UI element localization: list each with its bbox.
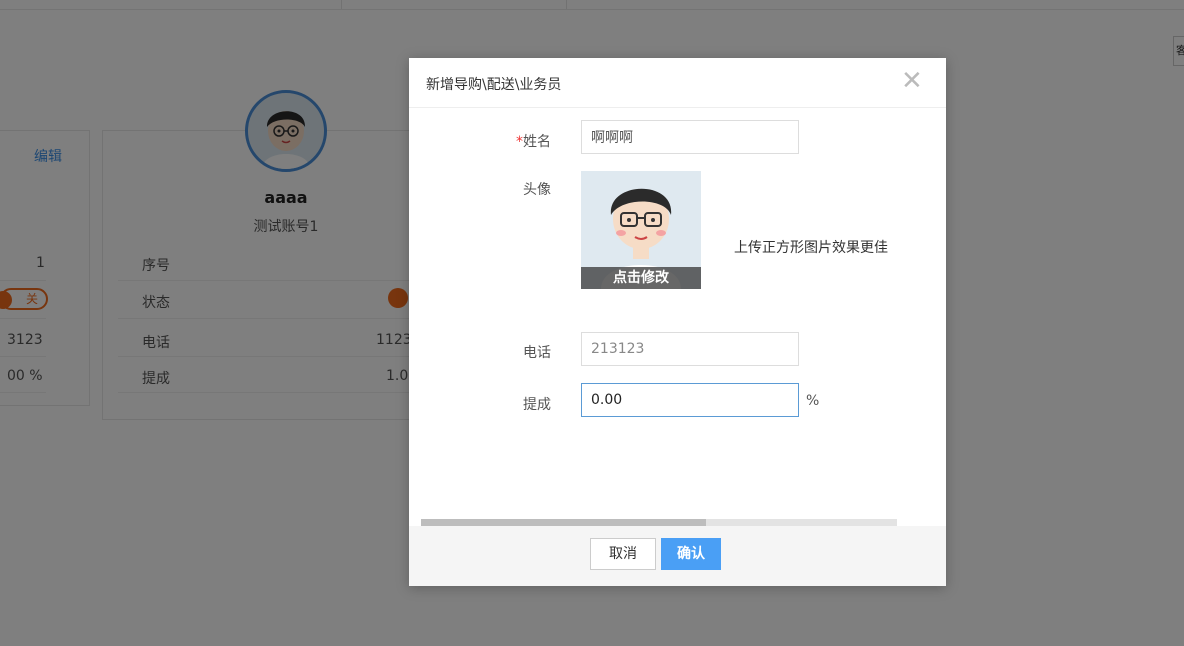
dialog-footer: 取消 确认 xyxy=(409,526,946,586)
required-mark: * xyxy=(516,134,523,150)
change-avatar-label[interactable]: 点击修改 xyxy=(581,267,701,289)
name-input[interactable] xyxy=(581,120,799,154)
horizontal-scrollbar[interactable] xyxy=(421,519,897,526)
phone-input[interactable] xyxy=(581,332,799,366)
add-staff-dialog: 新增导购\配送\业务员 ✕ *姓名 头像 点击修改 上传正方形图片效果更佳 电话… xyxy=(409,58,946,586)
dialog-title: 新增导购\配送\业务员 xyxy=(426,77,562,93)
avatar-hint: 上传正方形图片效果更佳 xyxy=(734,240,888,256)
confirm-button[interactable]: 确认 xyxy=(661,538,721,570)
cancel-button[interactable]: 取消 xyxy=(590,538,656,570)
phone-label: 电话 xyxy=(523,345,551,361)
dialog-header: 新增导购\配送\业务员 ✕ xyxy=(409,58,946,108)
commission-label: 提成 xyxy=(523,397,551,413)
name-label: 姓名 xyxy=(523,134,551,150)
close-icon[interactable]: ✕ xyxy=(901,68,923,94)
avatar-upload[interactable]: 点击修改 xyxy=(581,171,701,289)
name-label-wrap: *姓名 xyxy=(451,131,551,151)
avatar-label: 头像 xyxy=(523,182,551,198)
scrollbar-thumb[interactable] xyxy=(421,519,706,526)
commission-input[interactable] xyxy=(581,383,799,417)
percent-unit: % xyxy=(806,393,820,409)
